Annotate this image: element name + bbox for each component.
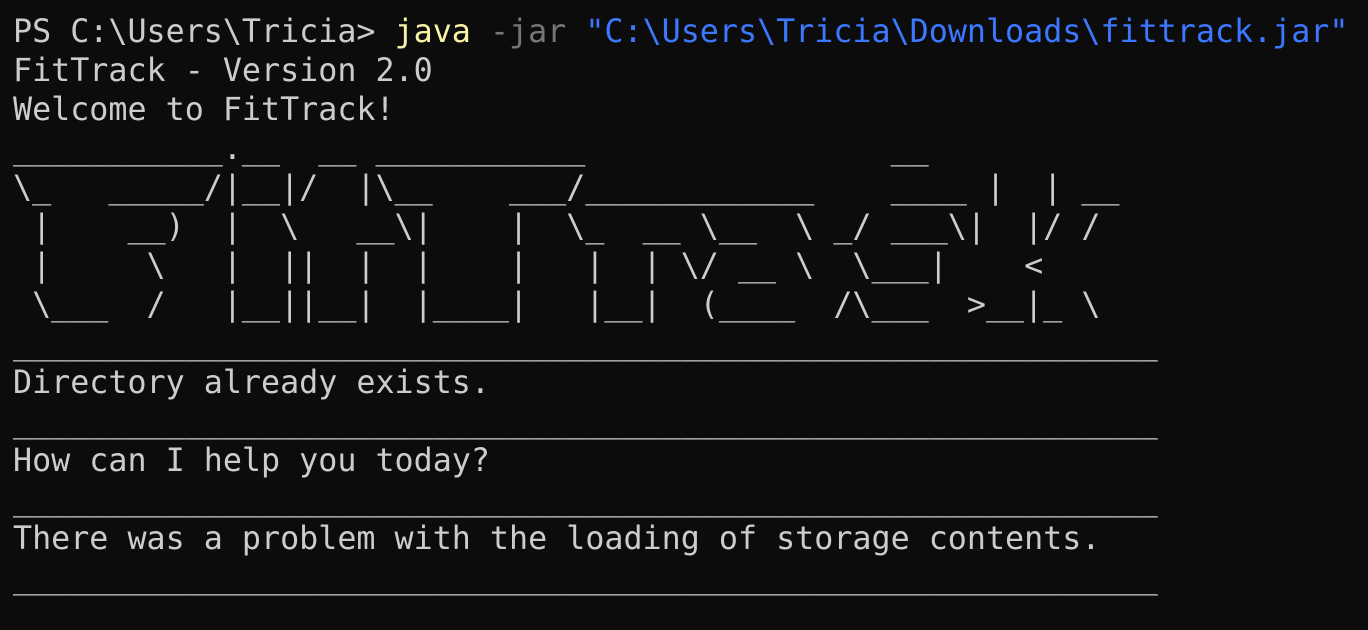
ascii-art-line: | \ | || | | | | | \/ __ \ \___| < bbox=[13, 248, 1044, 284]
terminal-window[interactable]: PS C:\Users\Tricia> java -jar "C:\Users\… bbox=[0, 0, 1368, 630]
message-line: There was a problem with the loading of … bbox=[13, 521, 1101, 557]
ascii-art-line: \___ / |__||__| |____| |__| (____ /\___ … bbox=[13, 287, 1101, 323]
separator-line: ________________________________________… bbox=[13, 482, 1158, 518]
version-line: FitTrack - Version 2.0 bbox=[13, 53, 433, 89]
separator-line: ________________________________________… bbox=[13, 326, 1158, 362]
separator-line: ________________________________________… bbox=[13, 560, 1158, 596]
ascii-art-line: | __) | \ __\| | \_ __ \__ \ _/ ___\| |/… bbox=[13, 209, 1101, 245]
welcome-line: Welcome to FitTrack! bbox=[13, 92, 395, 128]
message-line: How can I help you today? bbox=[13, 443, 490, 479]
command-line: PS C:\Users\Tricia> java -jar "C:\Users\… bbox=[13, 14, 1349, 50]
prompt: PS C:\Users\Tricia> bbox=[13, 14, 395, 50]
ascii-art-line: ___________.__ __ ___________ __ bbox=[13, 131, 929, 167]
command-path: "C:\Users\Tricia\Downloads\fittrack.jar" bbox=[585, 14, 1349, 50]
separator-line: ________________________________________… bbox=[13, 404, 1158, 440]
ascii-art-line: \_ _____/|__|/ |\__ ___/____________ ___… bbox=[13, 170, 1120, 206]
message-line: Directory already exists. bbox=[13, 365, 490, 401]
command-program: java bbox=[394, 14, 471, 50]
command-flag: -jar bbox=[489, 14, 567, 50]
